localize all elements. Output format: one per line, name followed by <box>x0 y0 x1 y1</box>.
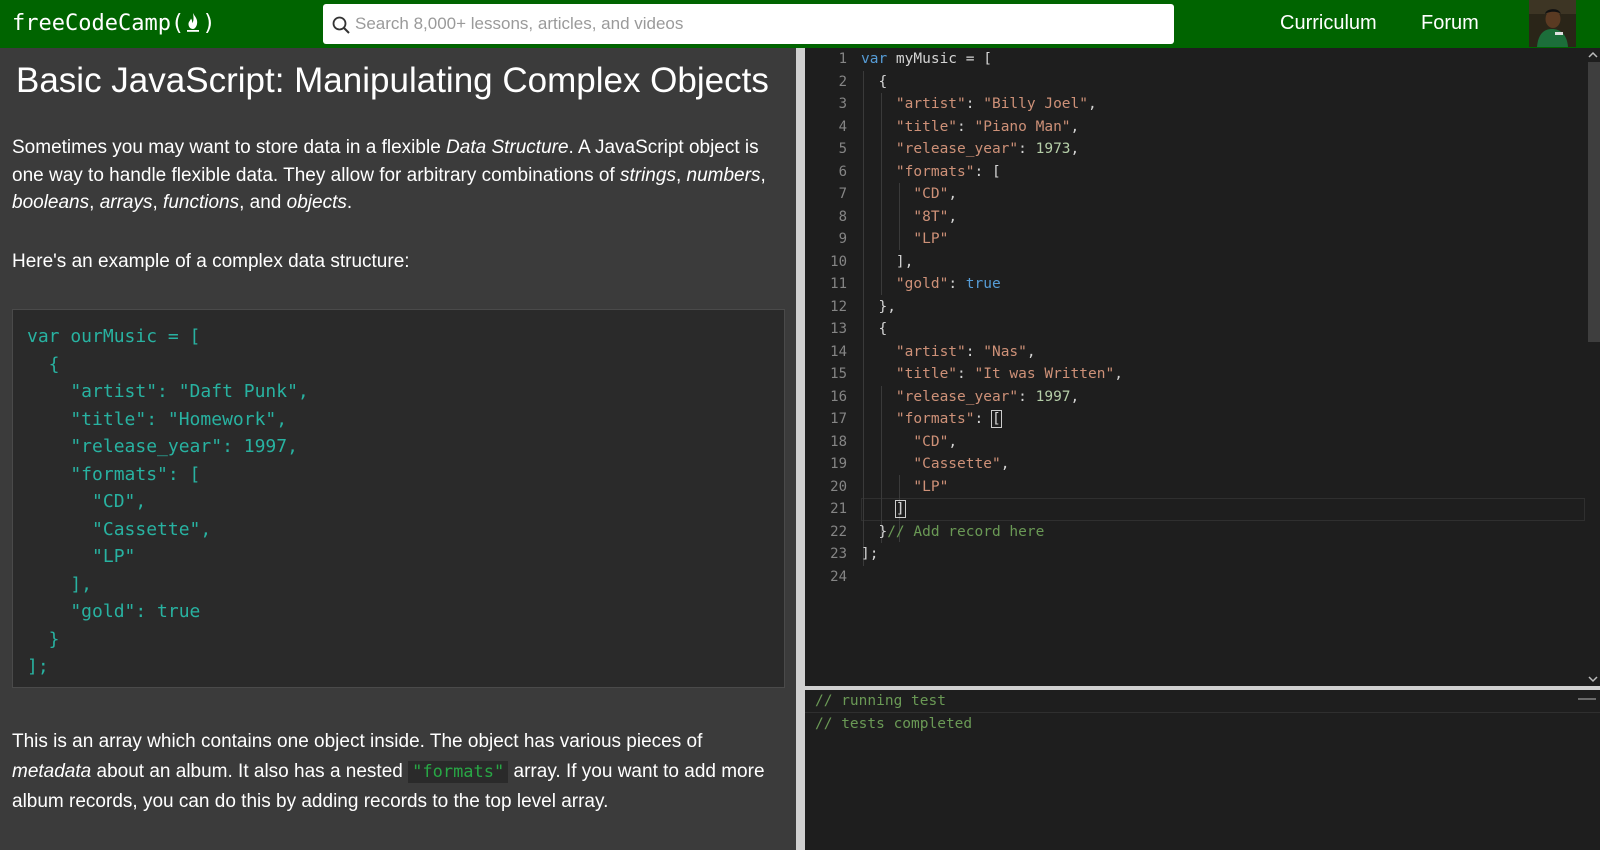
scroll-up-arrow-icon[interactable] <box>1586 48 1600 62</box>
line-number: 9 <box>838 231 847 247</box>
example-code-line: "formats": [ <box>27 463 201 485</box>
example-code-line: "LP" <box>27 546 136 567</box>
description-paragraph-2: Here's an example of a complex data stru… <box>12 251 410 272</box>
example-code: var ourMusic = [ { "artist": "Daft Punk"… <box>27 323 309 681</box>
avatar-photo <box>1529 0 1576 47</box>
challenge-description-pane: Basic JavaScript: Manipulating Complex O… <box>0 48 796 850</box>
search-input[interactable] <box>355 4 1165 44</box>
code-line: ] <box>894 500 906 518</box>
example-code-line: "title": "Homework", <box>27 408 288 430</box>
scroll-down-arrow-icon[interactable] <box>1586 672 1600 686</box>
example-code-line: { <box>27 353 60 375</box>
code-line: }, <box>861 298 896 315</box>
example-code-line: ], <box>27 573 93 595</box>
line-number: 21 <box>830 501 847 517</box>
line-number: 6 <box>838 163 847 180</box>
inline-code-formats: "formats" <box>408 761 509 783</box>
line-number: 1 <box>838 51 847 67</box>
line-number: 4 <box>838 118 847 135</box>
code-line: "formats": [ <box>895 163 1001 180</box>
code-line: "CD", <box>913 186 958 202</box>
line-number: 18 <box>830 433 847 450</box>
nav-forum-link[interactable]: Forum <box>1421 12 1479 35</box>
code-line: }// Add record here <box>878 523 1045 540</box>
code-line: var myMusic = [ <box>861 51 992 67</box>
output-scroll-indicator <box>1578 698 1596 700</box>
code-line: ], <box>861 253 914 270</box>
output-line: // tests completed <box>815 715 973 732</box>
code-text-area[interactable]: var myMusic = [ { "artist": "Billy Joel"… <box>861 48 1586 686</box>
code-line: { <box>861 321 888 337</box>
pane-resize-handle[interactable] <box>796 48 805 850</box>
code-line: "formats": [ <box>895 410 1002 428</box>
line-number: 15 <box>830 366 847 382</box>
line-number: 14 <box>830 343 847 360</box>
line-number: 3 <box>838 96 847 112</box>
example-code-line: } <box>27 628 60 650</box>
line-number: 24 <box>830 568 847 585</box>
freecodecamp-logo[interactable]: freeCodeCamp() <box>12 10 215 38</box>
code-line: "LP" <box>913 478 949 495</box>
line-number: 22 <box>830 523 847 540</box>
line-number-gutter: 1 2 3 4 5 6 7 8 9 10 11 12 13 14 15 16 1… <box>805 48 847 686</box>
search-icon <box>332 16 350 34</box>
code-line: "title": "Piano Man", <box>895 118 1080 135</box>
line-number: 17 <box>830 411 847 427</box>
scrollbar-thumb[interactable] <box>1588 62 1600 342</box>
navbar: freeCodeCamp() Curriculum Forum <box>0 0 1600 48</box>
code-line: "artist": "Nas", <box>895 343 1036 360</box>
example-code-line: "CD", <box>27 491 147 512</box>
code-line: "8T", <box>913 208 958 225</box>
example-code-line: ]; <box>27 656 49 677</box>
description-paragraph-3: This is an array which contains one obje… <box>12 731 765 812</box>
line-number: 16 <box>830 388 847 405</box>
code-line: "LP" <box>913 231 949 247</box>
challenge-title: Basic JavaScript: Manipulating Complex O… <box>16 61 769 100</box>
code-line: "Cassette", <box>913 456 1010 472</box>
code-line: "artist": "Billy Joel", <box>895 96 1097 112</box>
line-number: 10 <box>830 253 847 270</box>
search-bar <box>323 4 1174 44</box>
line-number: 20 <box>830 478 847 495</box>
line-number: 8 <box>838 208 847 225</box>
code-editor[interactable]: 1 2 3 4 5 6 7 8 9 10 11 12 13 14 15 16 1… <box>805 48 1600 686</box>
user-avatar[interactable] <box>1529 0 1576 47</box>
logo-text: freeCodeCamp( <box>12 11 185 36</box>
line-number: 11 <box>830 276 847 292</box>
example-code-line: "Cassette", <box>27 518 212 540</box>
example-code-line: "gold": true <box>27 601 201 622</box>
line-number: 12 <box>830 298 847 315</box>
code-line: "gold": true <box>895 276 1001 292</box>
nav-curriculum-link[interactable]: Curriculum <box>1280 12 1377 35</box>
flame-icon <box>187 13 200 32</box>
line-number: 7 <box>838 186 847 202</box>
example-code-block: var ourMusic = [ { "artist": "Daft Punk"… <box>12 309 785 688</box>
code-line: ]; <box>861 546 879 562</box>
line-number: 23 <box>830 546 847 562</box>
example-code-line: var ourMusic = [ <box>27 326 201 347</box>
editor-scrollbar[interactable] <box>1586 48 1600 686</box>
example-code-line: "release_year": 1997, <box>27 436 298 457</box>
code-line: "title": "It was Written", <box>895 366 1123 382</box>
line-number: 13 <box>830 321 847 337</box>
line-number: 5 <box>838 141 847 157</box>
description-paragraph-1: Sometimes you may want to store data in … <box>12 137 766 213</box>
test-output-console: // running test // tests completed <box>805 690 1600 850</box>
code-line: "release_year": 1973, <box>895 141 1080 157</box>
code-line: "CD", <box>913 433 958 450</box>
line-number: 2 <box>838 73 847 90</box>
code-line: { <box>861 73 888 90</box>
logo-text-end: ) <box>202 11 216 36</box>
line-number: 19 <box>830 456 847 472</box>
example-code-line: "artist": "Daft Punk", <box>27 381 309 402</box>
code-line: "release_year": 1997, <box>895 388 1080 405</box>
output-line: // running test <box>815 693 946 709</box>
